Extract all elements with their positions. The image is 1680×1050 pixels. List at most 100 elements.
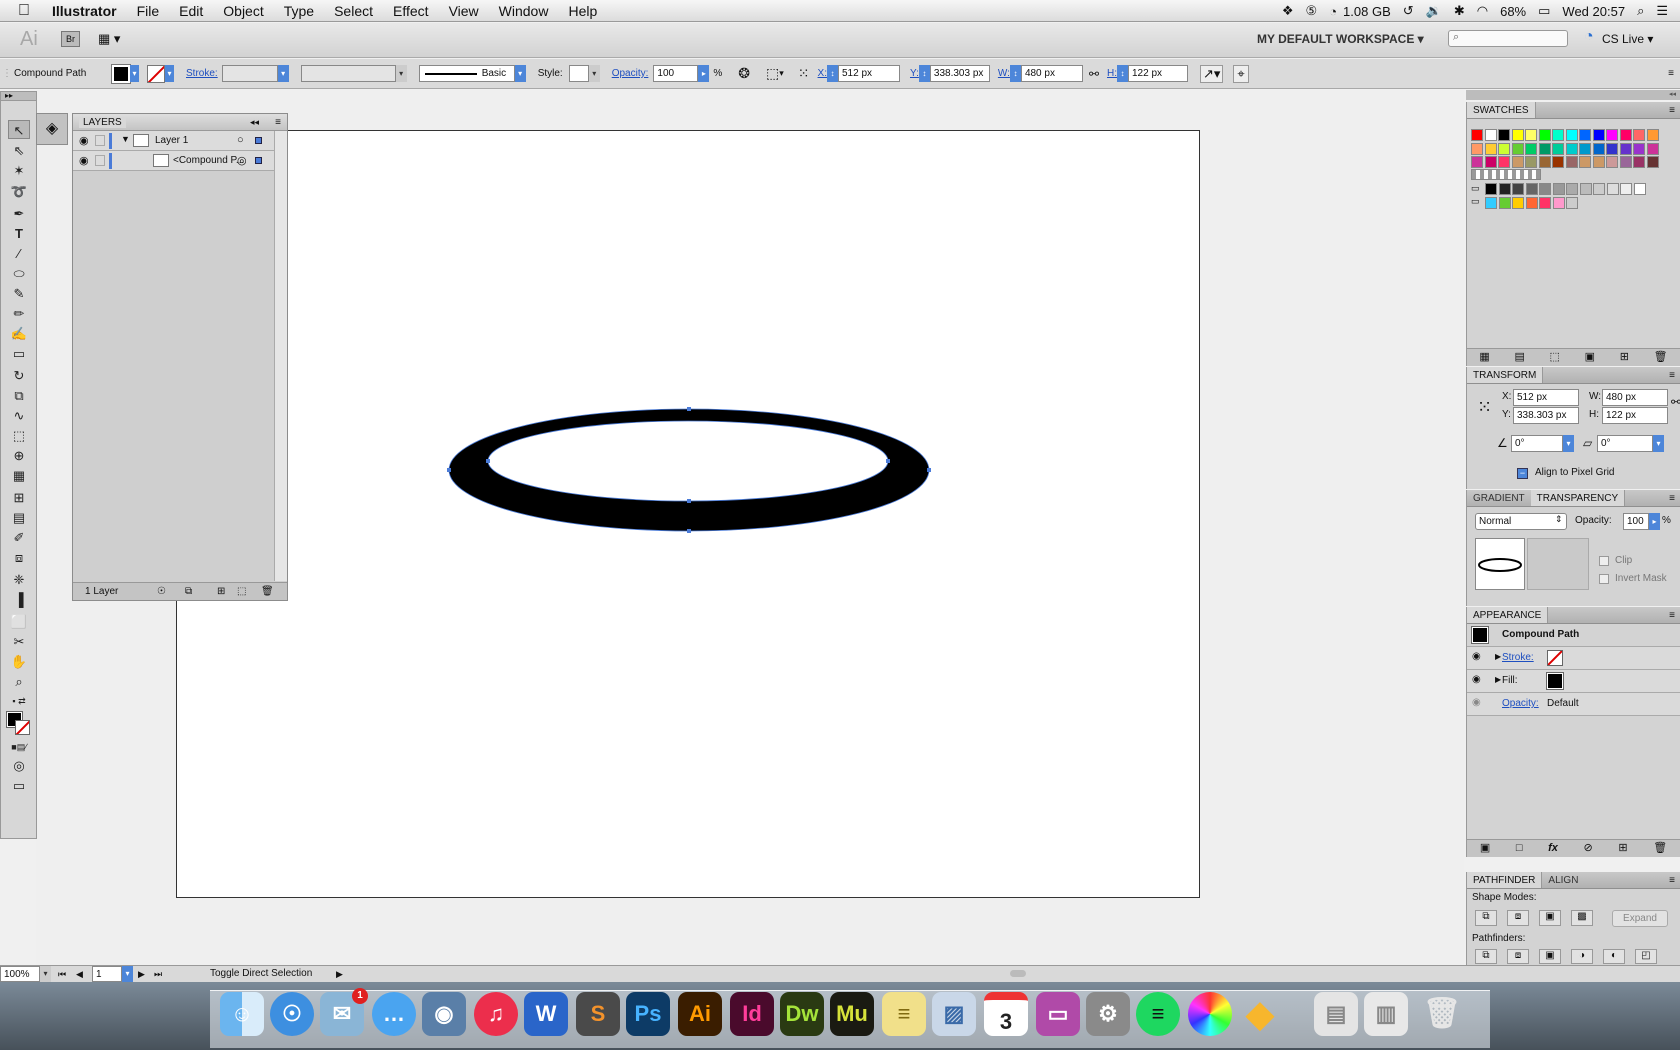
warp-tool-icon[interactable]: ∿ (8, 406, 30, 425)
color-swatch[interactable] (1525, 156, 1537, 168)
reference-point-grid-icon[interactable]: ⁙ (1477, 397, 1492, 418)
volume-icon[interactable]: 🔉 (1420, 3, 1448, 19)
color-swatch[interactable] (1484, 129, 1497, 141)
color-swatch[interactable] (1512, 183, 1524, 195)
folder-icon[interactable]: ▭ (1471, 183, 1480, 194)
recolor-artwork-icon[interactable]: ❂ (738, 65, 750, 82)
colors-icon[interactable] (1188, 992, 1232, 1036)
menu-object[interactable]: Object (213, 3, 273, 19)
documents-stack-icon[interactable]: ▤ (1314, 992, 1358, 1036)
panel-menu-icon[interactable]: ≡ (1669, 490, 1680, 506)
menu-type[interactable]: Type (274, 3, 324, 19)
color-swatch[interactable] (1485, 196, 1497, 209)
minus-front-icon[interactable]: ⧈ (1507, 910, 1529, 926)
color-swatch[interactable] (1633, 129, 1645, 141)
swatch-options-icon[interactable]: ⬚ (1550, 349, 1560, 366)
color-swatch[interactable] (1620, 183, 1632, 195)
y-stepper[interactable]: ↕ (918, 65, 930, 82)
stroke-dropdown[interactable]: ▾ (165, 65, 174, 82)
h-field[interactable]: 122 px (1128, 65, 1188, 82)
clear-appearance-icon[interactable]: ⊘ (1584, 840, 1593, 857)
trash-icon[interactable]: 🗑 (1420, 992, 1464, 1036)
delete-item-icon[interactable]: 🗑 (1653, 840, 1667, 857)
add-effect-icon[interactable]: fx (1548, 840, 1558, 857)
rotate-dropdown[interactable]: ▾ (1563, 435, 1574, 452)
magic-wand-tool-icon[interactable]: ✶ (8, 161, 30, 180)
color-swatch[interactable] (1511, 156, 1524, 168)
color-swatch[interactable] (1646, 142, 1659, 155)
x-label[interactable]: X: (818, 68, 827, 79)
appearance-fill-swatch[interactable] (1546, 672, 1564, 690)
color-swatch[interactable] (1606, 183, 1619, 195)
disclosure-triangle-icon[interactable]: ▼ (121, 134, 130, 144)
x-field[interactable]: 512 px (837, 65, 900, 82)
color-swatch[interactable] (1484, 142, 1497, 155)
menu-select[interactable]: Select (324, 3, 383, 19)
transform-tab[interactable]: TRANSFORM (1467, 367, 1544, 383)
isolate-group-icon[interactable]: ↗▾ (1200, 64, 1224, 83)
search-help-field[interactable]: ⌕ (1448, 30, 1568, 47)
dropbox-icon[interactable]: ❖ (1276, 3, 1300, 19)
h-stepper[interactable]: ↕ (1117, 65, 1128, 82)
unite-icon[interactable]: ⧉ (1475, 910, 1497, 926)
arrange-documents-icon[interactable]: ▦ ▾ (98, 31, 120, 47)
selection-tool-icon[interactable]: ↖ (8, 120, 30, 139)
color-swatch[interactable] (1646, 156, 1659, 168)
zoom-field[interactable]: 100% (0, 966, 40, 982)
pathfinder-tab[interactable]: PATHFINDER (1467, 872, 1543, 888)
scale-tool-icon[interactable]: ⧉ (8, 386, 30, 405)
pencil-tool-icon[interactable]: ✏ (8, 304, 30, 323)
safari-icon[interactable]: ☉ (270, 992, 314, 1036)
color-swatch[interactable] (1579, 129, 1591, 141)
w-field[interactable]: 480 px (1020, 65, 1083, 82)
color-swatch[interactable] (1538, 129, 1551, 141)
artboard-number-field[interactable]: 1 (92, 966, 122, 982)
transform-w-field[interactable]: 480 px (1602, 389, 1668, 406)
blend-mode-arrows-icon[interactable]: ⇕ (1555, 514, 1563, 525)
shape-builder-tool-icon[interactable]: ⊕ (8, 446, 30, 465)
stroke-none-swatch[interactable] (147, 64, 165, 83)
status-menu-arrow-icon[interactable]: ▶ (336, 966, 343, 982)
direct-selection-tool-icon[interactable]: ⇖ (8, 141, 30, 160)
tools-collapse-icon[interactable]: ▸▸ (1, 92, 36, 101)
preview-icon[interactable]: ▨ (932, 992, 976, 1036)
visibility-eye-icon[interactable]: ◉ (79, 134, 89, 147)
reference-point-icon[interactable]: ⁙ (798, 65, 810, 82)
zoom-tool-icon[interactable]: ⌕ (8, 672, 30, 691)
lasso-tool-icon[interactable]: ➰ (8, 182, 30, 201)
layers-menu-icon[interactable]: ≡ (275, 114, 281, 131)
stroke-weight-field[interactable] (221, 65, 278, 82)
transparency-opacity-field[interactable]: 100 (1623, 513, 1649, 530)
align-to-dropdown-icon[interactable]: ▾ (779, 68, 784, 79)
gradient-tool-icon[interactable]: ▤ (8, 508, 30, 527)
wifi-icon[interactable]: ◠ (1471, 3, 1494, 19)
panel-menu-icon[interactable]: ≡ (1669, 102, 1680, 118)
downloads-stack-icon[interactable]: ▥ (1364, 992, 1408, 1036)
gradient-tab[interactable]: GRADIENT (1467, 490, 1531, 506)
color-swatch[interactable] (1471, 156, 1483, 168)
rotate-tool-icon[interactable]: ↻ (8, 366, 30, 385)
workspace-switcher[interactable]: MY DEFAULT WORKSPACE ▾ (1257, 32, 1424, 46)
color-swatch[interactable] (1606, 142, 1618, 155)
clock[interactable]: Wed 20:57 (1556, 4, 1631, 19)
graphic-style-swatch[interactable] (568, 65, 589, 82)
appearance-opacity-label[interactable]: Opacity: (1502, 698, 1539, 709)
color-swatch[interactable] (1525, 129, 1537, 141)
color-swatch[interactable] (1484, 156, 1497, 168)
finder-icon[interactable]: ☺ (220, 992, 264, 1036)
time-machine-icon[interactable]: ↺ (1397, 3, 1420, 19)
horizontal-scroll-thumb[interactable] (1010, 970, 1026, 977)
color-swatch[interactable] (1498, 142, 1510, 155)
y-field[interactable]: 338.303 px (929, 65, 990, 82)
folder-icon[interactable]: ▭ (1471, 196, 1480, 207)
align-tab[interactable]: ALIGN (1542, 872, 1584, 888)
color-swatch[interactable] (1538, 156, 1551, 168)
exclude-icon[interactable]: ▩ (1571, 910, 1593, 926)
panel-menu-icon[interactable]: ≡ (1669, 367, 1680, 383)
graphic-style-dropdown[interactable]: ▾ (588, 65, 600, 82)
first-artboard-icon[interactable]: ⏮ (58, 966, 66, 982)
cs-live-menu[interactable]: CS Live ▾ (1602, 32, 1653, 46)
visibility-eye-icon[interactable]: ◉ (79, 154, 89, 167)
color-swatch[interactable] (1552, 142, 1564, 155)
color-swatch[interactable] (1511, 129, 1524, 141)
